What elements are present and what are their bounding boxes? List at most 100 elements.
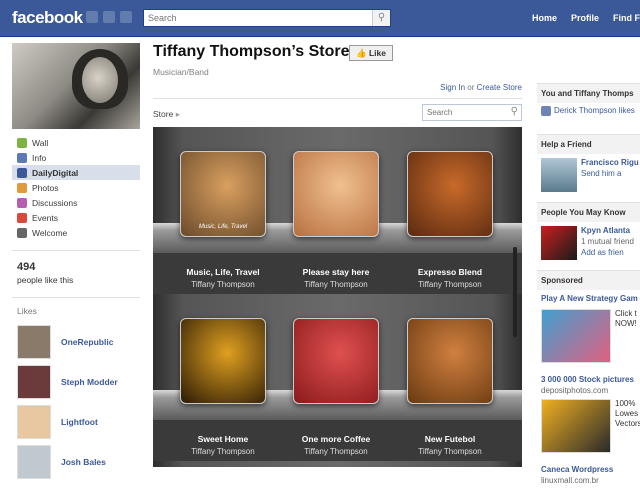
store-search-input[interactable] — [423, 105, 503, 120]
ad-title[interactable]: Play A New Strategy Gam — [537, 290, 640, 305]
ad-text: 100% Lowes Vectors — [615, 399, 640, 428]
album-title[interactable]: New Futebol — [390, 434, 510, 444]
like-button[interactable]: 👍 Like — [349, 45, 393, 61]
album-cover[interactable] — [407, 318, 493, 404]
help-friend-section: Help a Friend Francisco Rigu Send him a — [537, 134, 640, 192]
liked-page-name[interactable]: Lightfoot — [61, 417, 98, 427]
help-friend-name[interactable]: Francisco Rigu — [581, 158, 639, 167]
pymk-name[interactable]: Kpyn Atlanta — [581, 226, 634, 235]
liked-page[interactable]: Josh Bales — [17, 442, 140, 482]
notifications-icon[interactable] — [120, 11, 132, 23]
help-friend-row: Francisco Rigu Send him a — [537, 154, 640, 192]
sidebar-item-wall[interactable]: Wall — [12, 135, 140, 150]
ad-list: Play A New Strategy Gam Click t NOW! 3 000… — [537, 290, 640, 485]
pymk-add[interactable]: Add as frien — [581, 248, 634, 257]
ad-image[interactable] — [541, 399, 611, 453]
shelf-row: Sweet Home Tiffany Thompson One more Coffe… — [153, 294, 522, 461]
info-icon — [17, 152, 27, 163]
liked-page[interactable]: Lightfoot — [17, 402, 140, 442]
sidebar-item-events[interactable]: Events — [12, 210, 140, 225]
search-input[interactable] — [144, 10, 364, 26]
sidebar-item-welcome[interactable]: Welcome — [12, 225, 140, 240]
sidebar-item-label: Info — [32, 152, 47, 163]
album-cover-text: Music, Life, Travel — [198, 224, 248, 230]
facebook-logo[interactable]: facebook — [12, 8, 83, 28]
album-title[interactable]: One more Coffee — [276, 434, 396, 444]
fan-box: 494 people like this — [12, 250, 140, 285]
album-cover[interactable] — [180, 318, 266, 404]
nav-find-friends[interactable]: Find F — [613, 13, 640, 23]
fan-label: people like this — [17, 275, 74, 285]
page-title: Tiffany Thompson’s Store — [153, 43, 350, 60]
sponsored-ad[interactable]: 3 000 000 Stock pictures depositphotos.co… — [537, 371, 640, 453]
ad-title[interactable]: 3 000 000 Stock pictures — [537, 371, 640, 386]
album-title[interactable]: Expresso Blend — [390, 267, 510, 277]
sidebar-item-dailydigital[interactable]: DailyDigital — [12, 165, 140, 180]
ad-domain: linuxmall.com.br — [541, 476, 599, 485]
like-button-label: Like — [368, 48, 386, 58]
chevron-right-icon: ▸ — [175, 109, 180, 119]
top-nav: Home Profile Find F — [532, 13, 640, 23]
liked-page-thumbnail[interactable] — [17, 365, 51, 399]
search-icon[interactable]: ⚲ — [372, 10, 390, 26]
nav-home[interactable]: Home — [532, 13, 557, 23]
liked-page-thumbnail[interactable] — [17, 445, 51, 479]
help-friend-action[interactable]: Send him a — [581, 169, 639, 178]
thumbs-up-icon: 👍 — [356, 48, 367, 58]
album-title[interactable]: Music, Life, Travel — [163, 267, 283, 277]
pymk-heading: People You May Know — [537, 203, 640, 222]
create-store-link[interactable]: Create Store — [477, 83, 522, 92]
search-icon[interactable]: ⚲ — [511, 106, 518, 117]
sidebar-item-label: Wall — [32, 137, 49, 148]
ad-image[interactable] — [541, 309, 611, 363]
page-category: Musician/Band — [153, 67, 209, 77]
sidebar-item-label: Photos — [32, 182, 59, 193]
breadcrumb[interactable]: Store ▸ — [153, 109, 180, 120]
ad-title[interactable]: Caneca Wordpress — [537, 461, 640, 476]
sign-in-link[interactable]: Sign In — [440, 83, 465, 92]
pymk-section: People You May Know Kpyn Atlanta 1 mutua… — [537, 202, 640, 260]
sidebar-item-label: DailyDigital — [32, 167, 79, 178]
friend-like-link[interactable]: Derick Thompson likes — [554, 106, 635, 115]
liked-page-name[interactable]: Josh Bales — [61, 457, 106, 467]
shelf-scrollbar[interactable] — [513, 247, 517, 337]
album-title[interactable]: Sweet Home — [163, 434, 283, 444]
nav-profile[interactable]: Profile — [571, 13, 599, 23]
sidebar-item-photos[interactable]: Photos — [12, 180, 140, 195]
help-friend-avatar[interactable] — [541, 158, 577, 192]
profile-face-shape — [82, 57, 118, 103]
sidebar-item-label: Discussions — [32, 197, 78, 208]
liked-page-name[interactable]: OneRepublic — [61, 337, 113, 347]
album-shelves: Sweet Home Tiffany Thompson One more Coffe… — [153, 127, 522, 467]
sponsored-ad[interactable]: Play A New Strategy Gam Click t NOW! — [537, 290, 640, 363]
messages-icon[interactable] — [103, 11, 115, 23]
album-artist: Tiffany Thompson — [418, 280, 482, 289]
album-cover[interactable] — [293, 151, 379, 237]
store-search: ⚲ — [422, 104, 522, 121]
pymk-avatar[interactable] — [541, 226, 577, 260]
pymk-row: Kpyn Atlanta 1 mutual friend Add as frie… — [537, 222, 640, 260]
pymk-mutual[interactable]: 1 mutual friend — [581, 237, 634, 246]
album-cover[interactable]: Music, Life, Travel — [180, 151, 266, 237]
sidebar-item-label: Welcome — [32, 227, 68, 238]
album-cover[interactable] — [407, 151, 493, 237]
profile-picture[interactable] — [12, 43, 140, 129]
sidebar-item-info[interactable]: Info — [12, 150, 140, 165]
right-column: You and Tiffany Thomps Derick Thompson l… — [537, 83, 640, 493]
sidebar-item-discussions[interactable]: Discussions — [12, 195, 140, 210]
album-title[interactable]: Please stay here — [276, 267, 396, 277]
star-icon — [17, 227, 27, 238]
liked-page-thumbnail[interactable] — [17, 405, 51, 439]
likes-box: Likes OneRepublic Steph Modder Lightfoot Jo… — [12, 297, 140, 482]
ad-text: Click t NOW! — [615, 309, 637, 328]
liked-page-thumbnail[interactable] — [17, 325, 51, 359]
album-cover[interactable] — [293, 318, 379, 404]
friend-requests-icon[interactable] — [86, 11, 98, 23]
liked-page[interactable]: Steph Modder — [17, 362, 140, 402]
liked-page-name[interactable]: Steph Modder — [61, 377, 118, 387]
album-artist: Tiffany Thompson — [418, 447, 482, 456]
dailydigital-icon — [17, 167, 27, 178]
fan-count[interactable]: 494 — [17, 261, 140, 273]
album-artist: Tiffany Thompson — [191, 447, 255, 456]
liked-page[interactable]: OneRepublic — [17, 322, 140, 362]
